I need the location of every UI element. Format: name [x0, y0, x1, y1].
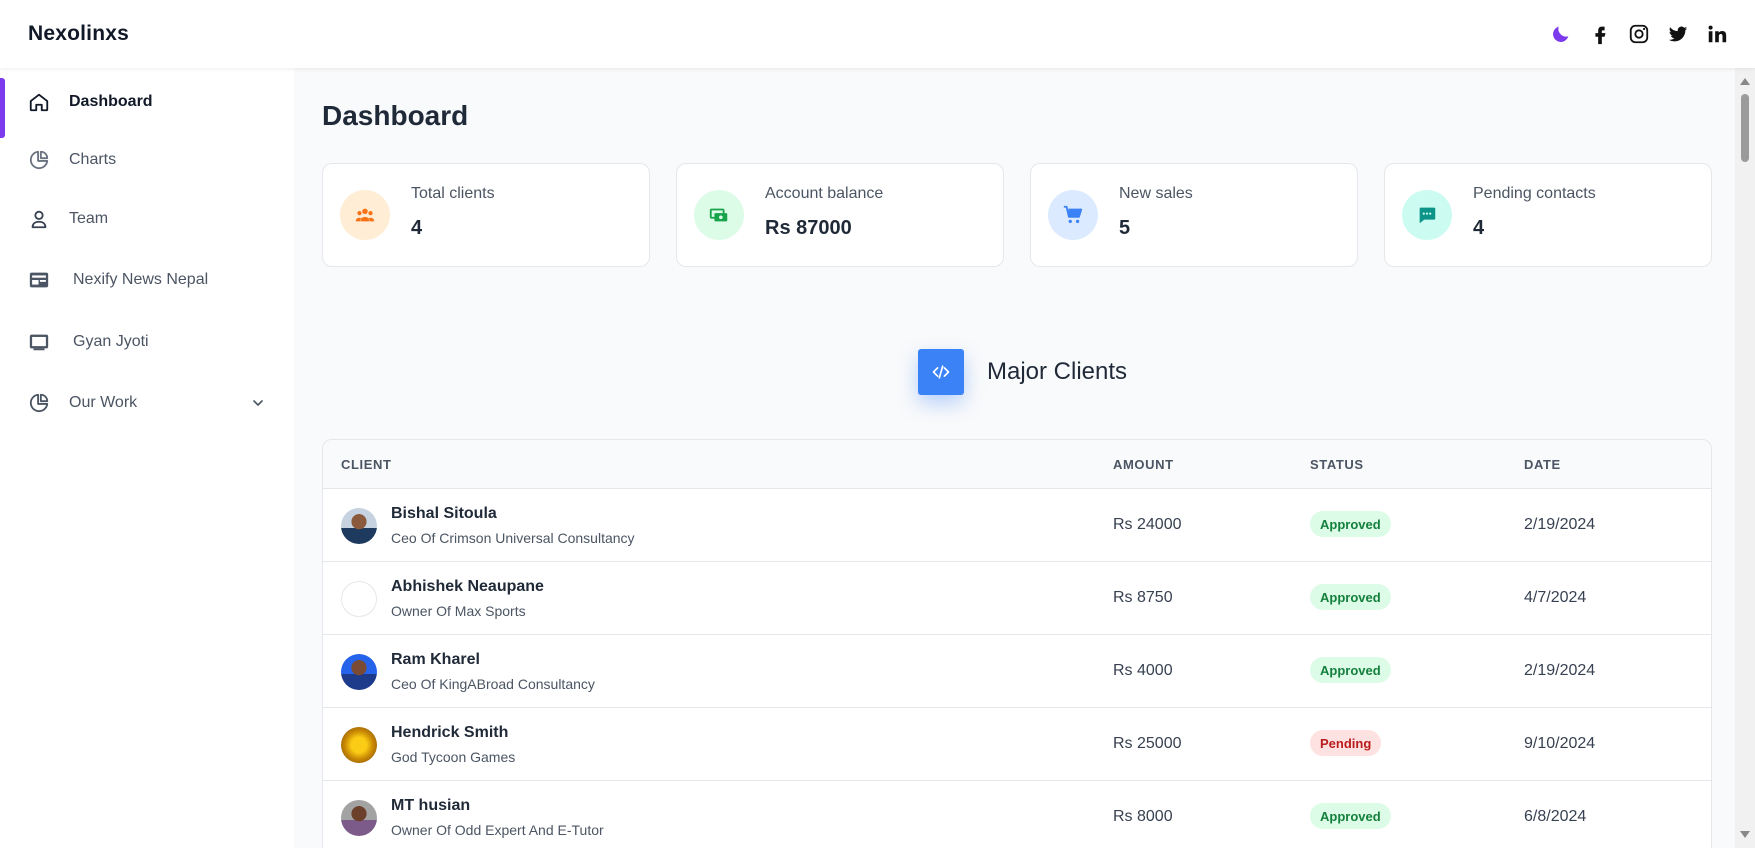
chat-icon	[1402, 190, 1452, 240]
stat-value: 5	[1119, 217, 1131, 239]
header-icons	[1549, 20, 1729, 48]
client-amount: Rs 25000	[1113, 735, 1182, 752]
sidebar-item-gyan-jyoti[interactable]: Gyan Jyoti	[0, 318, 294, 366]
sidebar-item-label: Gyan Jyoti	[73, 333, 149, 350]
pie-chart-icon	[26, 390, 52, 416]
sidebar-item-our-work[interactable]: Our Work	[0, 379, 294, 427]
stat-card-total-clients: Total clients 4	[322, 163, 650, 267]
clients-table: CLIENT AMOUNT STATUS DATE Bishal Sitoula…	[322, 439, 1712, 848]
client-amount: Rs 4000	[1113, 662, 1173, 679]
brand-logo-text[interactable]: Nexolinxs	[28, 22, 129, 46]
client-role: God Tycoon Games	[391, 749, 516, 765]
table-header: CLIENT AMOUNT STATUS DATE	[323, 440, 1711, 489]
table-row: Abhishek Neaupane Owner Of Max Sports Rs…	[323, 562, 1711, 635]
client-amount: Rs 24000	[1113, 516, 1182, 533]
newspaper-icon	[26, 267, 52, 293]
instagram-icon[interactable]	[1627, 20, 1651, 48]
stat-value: 4	[411, 217, 423, 239]
stat-card-account-balance: Account balance Rs 87000	[676, 163, 1004, 267]
column-header-amount: AMOUNT	[1113, 457, 1174, 472]
user-icon	[26, 206, 52, 232]
avatar	[341, 508, 377, 544]
sidebar-item-label: Dashboard	[69, 93, 153, 110]
stat-label: Pending contacts	[1473, 185, 1596, 202]
column-header-client: CLIENT	[341, 457, 392, 472]
column-header-status: STATUS	[1310, 457, 1364, 472]
client-role: Owner Of Max Sports	[391, 603, 526, 619]
client-date: 4/7/2024	[1524, 589, 1587, 606]
monitor-icon	[26, 329, 52, 355]
sidebar-item-label: Charts	[69, 151, 117, 168]
stat-card-pending-contacts: Pending contacts 4	[1384, 163, 1712, 267]
main-content: Dashboard Total clients 4 Account balanc…	[294, 68, 1735, 848]
stat-value: Rs 87000	[765, 217, 852, 239]
avatar	[341, 727, 377, 763]
facebook-icon[interactable]	[1588, 20, 1612, 48]
stat-value: 4	[1473, 217, 1485, 239]
cart-icon	[1048, 190, 1098, 240]
client-name: Hendrick Smith	[391, 724, 509, 741]
section-title: Major Clients	[987, 358, 1128, 385]
status-badge: Approved	[1310, 511, 1391, 537]
client-date: 6/8/2024	[1524, 808, 1587, 825]
status-badge: Approved	[1310, 657, 1391, 683]
chevron-down-icon[interactable]	[250, 395, 266, 411]
page-title: Dashboard	[322, 100, 469, 131]
sidebar-item-nexify-news-nepal[interactable]: Nexify News Nepal	[0, 256, 294, 304]
client-role: Ceo Of Crimson Universal Consultancy	[391, 530, 635, 546]
sidebar-item-charts[interactable]: Charts	[0, 136, 294, 184]
client-name: Ram Kharel	[391, 651, 480, 668]
avatar	[341, 800, 377, 836]
table-row: MT husian Owner Of Odd Expert And E-Tuto…	[323, 781, 1711, 848]
page-scrollbar[interactable]	[1735, 68, 1755, 848]
top-header: Nexolinxs	[0, 0, 1755, 68]
sidebar-item-label: Our Work	[69, 394, 138, 411]
status-badge: Approved	[1310, 584, 1391, 610]
client-name: Bishal Sitoula	[391, 505, 497, 522]
stat-label: New sales	[1119, 185, 1193, 202]
client-amount: Rs 8750	[1113, 589, 1173, 606]
sidebar-item-dashboard[interactable]: Dashboard	[0, 78, 294, 138]
linkedin-icon[interactable]	[1705, 20, 1729, 48]
client-role: Owner Of Odd Expert And E-Tutor	[391, 822, 604, 838]
table-row: Bishal Sitoula Ceo Of Crimson Universal …	[323, 489, 1711, 562]
stat-label: Account balance	[765, 185, 884, 202]
client-date: 2/19/2024	[1524, 662, 1596, 679]
scroll-down-arrow-icon[interactable]	[1740, 831, 1750, 838]
code-icon	[918, 349, 964, 395]
scrollbar-thumb[interactable]	[1741, 94, 1749, 162]
stat-card-new-sales: New sales 5	[1030, 163, 1358, 267]
stat-label: Total clients	[411, 185, 495, 202]
table-row: Ram Kharel Ceo Of KingABroad Consultancy…	[323, 635, 1711, 708]
client-role: Ceo Of KingABroad Consultancy	[391, 676, 595, 692]
client-name: MT husian	[391, 797, 471, 814]
home-icon	[26, 89, 52, 115]
client-amount: Rs 8000	[1113, 808, 1173, 825]
avatar	[341, 654, 377, 690]
stats-cards: Total clients 4 Account balance Rs 87000…	[322, 163, 1712, 267]
sidebar-item-label: Team	[69, 210, 109, 227]
client-date: 9/10/2024	[1524, 735, 1596, 752]
sidebar: Dashboard Charts Team Nexify News Nepal …	[0, 68, 294, 848]
table-row: Hendrick Smith God Tycoon Games Rs 25000…	[323, 708, 1711, 781]
client-date: 2/19/2024	[1524, 516, 1596, 533]
people-icon	[340, 190, 390, 240]
avatar	[341, 581, 377, 617]
pie-chart-icon	[26, 147, 52, 173]
section-header-major-clients: Major Clients	[918, 348, 1127, 396]
column-header-date: DATE	[1524, 457, 1561, 472]
status-badge: Approved	[1310, 803, 1391, 829]
sidebar-item-label: Nexify News Nepal	[73, 271, 209, 288]
money-icon	[694, 190, 744, 240]
twitter-icon[interactable]	[1666, 20, 1690, 48]
moon-icon[interactable]	[1549, 20, 1573, 48]
scroll-up-arrow-icon[interactable]	[1740, 78, 1750, 85]
sidebar-item-team[interactable]: Team	[0, 195, 294, 243]
status-badge: Pending	[1310, 730, 1382, 756]
client-name: Abhishek Neaupane	[391, 578, 544, 595]
